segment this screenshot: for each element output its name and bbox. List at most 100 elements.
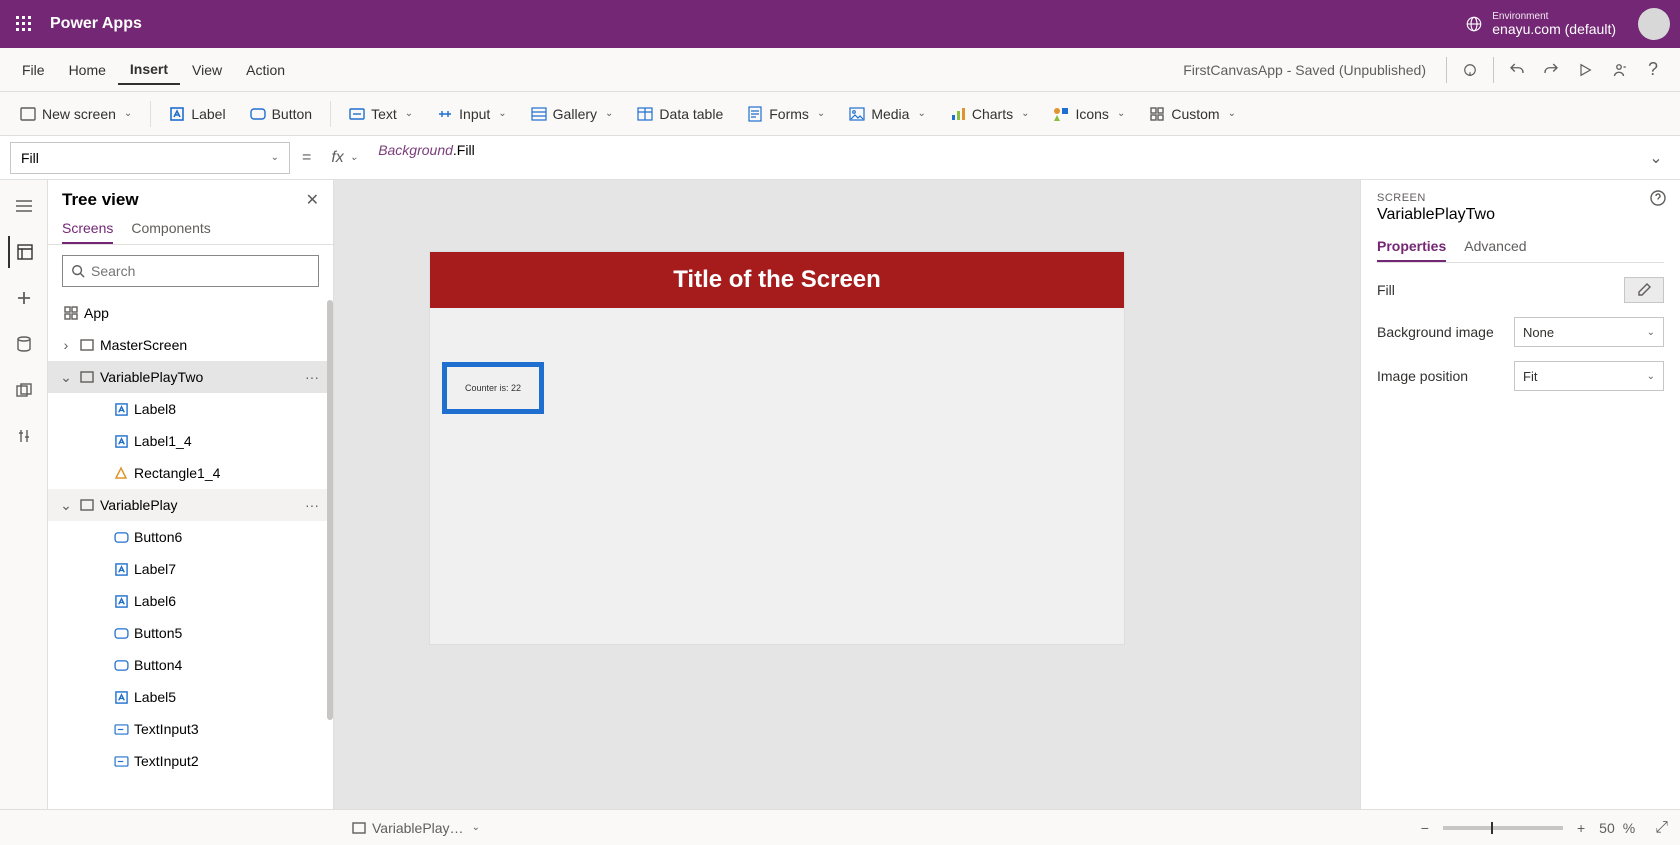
tab-screens[interactable]: Screens	[62, 214, 113, 244]
tree-node-label: Label5	[134, 689, 325, 705]
insert-datatable-button[interactable]: Data table	[627, 102, 733, 126]
undo-icon[interactable]	[1500, 53, 1534, 87]
insert-text-dropdown[interactable]: Text ⌄	[339, 102, 423, 126]
tree-node[interactable]: ›MasterScreen	[48, 329, 333, 361]
tab-components[interactable]: Components	[131, 214, 210, 244]
left-rail	[0, 180, 48, 809]
app-header: Power Apps Environment enayu.com (defaul…	[0, 0, 1680, 48]
prop-fill-label: Fill	[1377, 282, 1395, 298]
fx-button[interactable]: fx⌄	[323, 149, 366, 167]
label-icon	[112, 592, 130, 610]
tree-node[interactable]: Rectangle1_4	[48, 457, 333, 489]
label-icon	[169, 106, 185, 122]
tree-node-label: Label1_4	[134, 433, 325, 449]
breadcrumb-selector[interactable]: VariablePlay… ⌄	[12, 820, 480, 836]
zoom-in-button[interactable]: +	[1571, 820, 1591, 836]
tree-node[interactable]: Label5	[48, 681, 333, 713]
tree-node[interactable]: ⌄VariablePlayTwo···	[48, 361, 333, 393]
zoom-out-button[interactable]: −	[1415, 820, 1435, 836]
canvas-screen[interactable]: Title of the Screen Counter is: 22	[430, 252, 1124, 644]
tree-view-icon[interactable]	[8, 236, 40, 268]
insert-gallery-dropdown[interactable]: Gallery ⌄	[521, 102, 624, 126]
menu-item-action[interactable]: Action	[234, 56, 297, 84]
canvas-area[interactable]: Title of the Screen Counter is: 22	[334, 180, 1360, 809]
fill-color-picker[interactable]	[1624, 277, 1664, 303]
tab-advanced[interactable]: Advanced	[1464, 232, 1526, 262]
expand-toggle[interactable]: ⌄	[58, 497, 74, 514]
redo-icon[interactable]	[1534, 53, 1568, 87]
zoom-control: − + 50 %	[1415, 820, 1635, 836]
media-rail-icon[interactable]	[8, 374, 40, 406]
insert-rail-icon[interactable]	[8, 282, 40, 314]
tree-node[interactable]: Button4	[48, 649, 333, 681]
formula-input[interactable]: Background.Fill	[372, 142, 1636, 174]
help-icon[interactable]: ?	[1636, 53, 1670, 87]
menu-item-file[interactable]: File	[10, 56, 57, 84]
menu-item-view[interactable]: View	[180, 56, 234, 84]
insert-icons-dropdown[interactable]: Icons ⌄	[1043, 102, 1135, 126]
prop-bgimage-label: Background image	[1377, 324, 1494, 340]
close-icon[interactable]: ✕	[306, 190, 319, 210]
tree-node-app[interactable]: App	[48, 297, 333, 329]
more-icon[interactable]: ···	[299, 369, 325, 385]
tree-node[interactable]: Label1_4	[48, 425, 333, 457]
insert-forms-dropdown[interactable]: Forms ⌄	[737, 102, 835, 126]
tree-view-title: Tree view	[62, 190, 139, 210]
screen-icon	[78, 336, 96, 354]
insert-charts-dropdown[interactable]: Charts ⌄	[940, 102, 1040, 126]
tree-node[interactable]: Label8	[48, 393, 333, 425]
chevron-down-icon: ⌄	[817, 108, 825, 119]
fit-to-window-button[interactable]: ⤢	[1655, 819, 1668, 837]
menu-item-insert[interactable]: Insert	[118, 55, 180, 85]
tree-node[interactable]: TextInput2	[48, 745, 333, 777]
tree-node[interactable]: Button5	[48, 617, 333, 649]
tree-node[interactable]: Label7	[48, 553, 333, 585]
tools-rail-icon[interactable]	[8, 420, 40, 452]
tree-search[interactable]	[62, 255, 319, 287]
insert-media-dropdown[interactable]: Media ⌄	[839, 102, 936, 126]
text-icon	[349, 106, 365, 122]
tree-node[interactable]: TextInput3	[48, 713, 333, 745]
share-icon[interactable]	[1602, 53, 1636, 87]
tab-properties[interactable]: Properties	[1377, 232, 1446, 262]
expand-toggle[interactable]: ›	[58, 337, 74, 353]
screen-icon	[78, 496, 96, 514]
tree-node[interactable]: Button6	[48, 521, 333, 553]
app-checker-icon[interactable]	[1453, 53, 1487, 87]
chevron-down-icon: ⌄	[605, 108, 613, 119]
more-icon[interactable]: ···	[299, 497, 325, 513]
insert-input-dropdown[interactable]: Input ⌄	[427, 102, 517, 126]
button-icon	[112, 656, 130, 674]
zoom-slider[interactable]	[1443, 826, 1563, 830]
environment-picker[interactable]: Environment enayu.com (default)	[1464, 11, 1616, 37]
pane-help-icon[interactable]	[1650, 190, 1666, 206]
chevron-down-icon: ⌄	[1647, 327, 1655, 338]
property-selector[interactable]: Fill ⌄	[10, 142, 290, 174]
selected-label-control[interactable]: Counter is: 22	[442, 362, 544, 414]
tree-node[interactable]: ⌄VariablePlay···	[48, 489, 333, 521]
forms-icon	[747, 106, 763, 122]
user-avatar[interactable]	[1638, 8, 1670, 40]
insert-button-button[interactable]: Button	[240, 102, 322, 126]
property-selector-value: Fill	[21, 150, 39, 166]
expand-toggle[interactable]: ⌄	[58, 369, 74, 386]
hamburger-icon[interactable]	[8, 190, 40, 222]
equals-label: =	[296, 149, 317, 167]
data-rail-icon[interactable]	[8, 328, 40, 360]
imagepos-select[interactable]: Fit ⌄	[1514, 361, 1664, 391]
tree-node[interactable]: Label6	[48, 585, 333, 617]
tree-search-input[interactable]	[91, 263, 310, 279]
formula-expand-button[interactable]: ⌄	[1642, 148, 1670, 168]
play-icon[interactable]	[1568, 53, 1602, 87]
bgimage-select[interactable]: None ⌄	[1514, 317, 1664, 347]
textinput-icon	[112, 720, 130, 738]
insert-custom-dropdown[interactable]: Custom ⌄	[1139, 102, 1246, 126]
counter-label-text: Counter is: 22	[465, 383, 521, 393]
insert-label-button[interactable]: Label	[159, 102, 235, 126]
app-launcher-icon[interactable]	[6, 6, 42, 42]
menu-item-home[interactable]: Home	[57, 56, 118, 84]
new-screen-button[interactable]: New screen ⌄	[10, 102, 142, 126]
tree-scrollbar[interactable]	[327, 300, 333, 720]
screen-title-bar[interactable]: Title of the Screen	[430, 252, 1124, 308]
screen-icon	[78, 368, 96, 386]
